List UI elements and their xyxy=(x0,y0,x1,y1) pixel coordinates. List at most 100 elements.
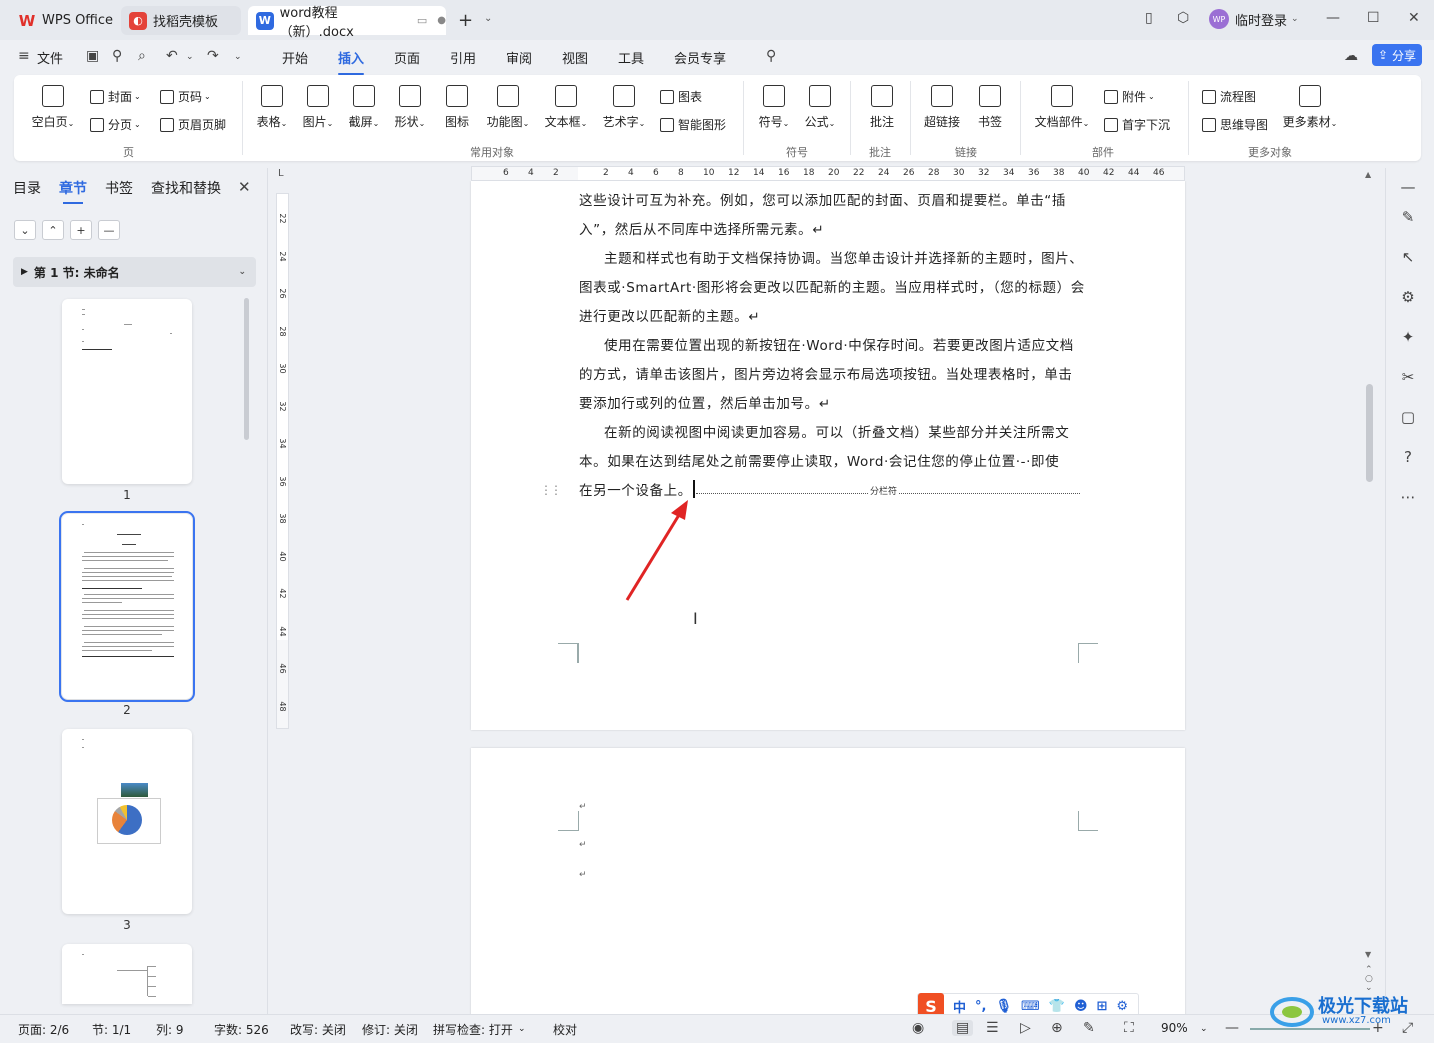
chevron-up-icon[interactable]: ⌃ xyxy=(42,220,64,240)
punctuation-icon[interactable]: °, xyxy=(975,999,986,1014)
comment-button[interactable]: 批注 xyxy=(862,85,902,130)
reader-icon[interactable]: ▢ xyxy=(1398,408,1418,428)
layout-icon[interactable]: ▯ xyxy=(1145,10,1153,26)
redo-icon[interactable]: ↷ xyxy=(207,48,219,64)
cloud-icon[interactable]: ☁ xyxy=(1344,48,1358,64)
attachment-button[interactable]: 附件 ⌄ xyxy=(1104,88,1155,105)
shape-button[interactable]: 形状⌄ xyxy=(390,85,430,130)
screenshot-button[interactable]: 截屏⌄ xyxy=(344,85,384,130)
ai-icon[interactable]: ✦ xyxy=(1398,328,1418,348)
collapse-icon[interactable]: — xyxy=(1398,178,1418,198)
pen-icon[interactable]: ✎ xyxy=(1398,208,1418,228)
tab-bookmarks[interactable]: 书签 xyxy=(105,178,133,198)
eye-icon[interactable]: ◉ xyxy=(912,1020,924,1036)
menu-home[interactable]: 开始 xyxy=(282,48,308,67)
chevron-down-icon[interactable]: ⌄ xyxy=(186,52,194,62)
scroll-down-icon[interactable]: ▼ xyxy=(1365,950,1371,959)
print-preview-icon[interactable]: ⌕ xyxy=(138,48,146,64)
smart-shape-button[interactable]: 智能图形 xyxy=(660,116,726,133)
link-icon[interactable]: ⚲ xyxy=(112,48,122,64)
document-scrollbar[interactable]: ▲ ▼ ⌃ ○ ⌄ xyxy=(1365,168,1377,1014)
chevron-down-icon[interactable]: ⌄ xyxy=(518,1024,526,1034)
page-nav-icon[interactable]: ⌃ ○ ⌄ xyxy=(1365,966,1373,993)
web-view-icon[interactable]: ⊕ xyxy=(1051,1020,1063,1036)
symbol-button[interactable]: 符号⌄ xyxy=(754,85,794,130)
fit-screen-icon[interactable]: ⛶ xyxy=(1124,1020,1134,1036)
menu-view[interactable]: 视图 xyxy=(562,48,588,67)
keyboard-icon[interactable]: ⌨ xyxy=(1021,999,1040,1014)
tab-sections[interactable]: 章节 xyxy=(59,178,87,204)
menu-review[interactable]: 审阅 xyxy=(506,48,532,67)
function-chart-button[interactable]: 功能图⌄ xyxy=(482,85,534,130)
scrollbar-thumb[interactable] xyxy=(1366,384,1373,482)
status-spell-check[interactable]: 拼写检查: 打开 xyxy=(433,1021,513,1038)
bookmark-button[interactable]: 书签 xyxy=(970,85,1010,130)
document-canvas[interactable] xyxy=(289,181,1365,1016)
page-thumbnail-3[interactable] xyxy=(62,729,192,914)
page-thumbnail-2[interactable] xyxy=(59,511,195,702)
tools-icon[interactable]: ✂ xyxy=(1398,368,1418,388)
panel-scrollbar[interactable] xyxy=(244,298,249,440)
more-icon[interactable]: ⋯ xyxy=(1398,488,1418,508)
chevron-down-icon[interactable]: ⌄ xyxy=(234,52,242,62)
menu-page[interactable]: 页面 xyxy=(394,48,420,67)
search-icon[interactable]: ⚲ xyxy=(766,48,776,64)
new-tab-button[interactable]: + xyxy=(458,10,473,31)
maximize-icon[interactable]: ☐ xyxy=(1367,10,1380,26)
status-proofread[interactable]: 校对 xyxy=(553,1021,577,1038)
cover-button[interactable]: 封面 ⌄ xyxy=(90,88,141,105)
table-button[interactable]: 表格⌄ xyxy=(252,85,292,130)
microphone-icon[interactable]: 🎙 xyxy=(995,999,1012,1014)
vertical-ruler[interactable]: 22 24 26 28 30 32 34 36 38 40 42 44 46 48 xyxy=(276,193,289,729)
document-page-3[interactable] xyxy=(471,748,1185,1016)
close-icon[interactable]: ✕ xyxy=(238,178,251,196)
zoom-out-icon[interactable]: — xyxy=(1225,1020,1239,1036)
chevron-down-icon[interactable]: ⌄ xyxy=(484,13,492,24)
tab-template[interactable]: ◐ 找稻壳模板 xyxy=(121,6,241,35)
cube-icon[interactable]: ⬡ xyxy=(1177,10,1189,26)
header-footer-button[interactable]: 页眉页脚 xyxy=(160,116,226,133)
close-icon[interactable]: ✕ xyxy=(1408,10,1420,26)
select-arrow-icon[interactable]: ↖ xyxy=(1398,248,1418,268)
flowchart-button[interactable]: 流程图 xyxy=(1202,88,1256,105)
section-header[interactable]: ▶ 第 1 节: 未命名 ⌄ xyxy=(13,257,256,287)
add-section-button[interactable]: + xyxy=(70,220,92,240)
page-number-button[interactable]: 页码 ⌄ xyxy=(160,88,211,105)
icon-button[interactable]: 图标 xyxy=(438,85,476,130)
remove-section-button[interactable]: — xyxy=(98,220,120,240)
picture-button[interactable]: 图片⌄ xyxy=(298,85,338,130)
tab-document[interactable]: W word教程（新）.docx ▭ ● xyxy=(248,6,446,40)
outline-view-icon[interactable]: ☰ xyxy=(986,1020,999,1036)
zoom-level[interactable]: 90% xyxy=(1161,1021,1188,1035)
page-thumbnail-4[interactable] xyxy=(62,944,192,1004)
menu-member[interactable]: 会员专享 xyxy=(674,48,726,67)
menu-tools[interactable]: 工具 xyxy=(618,48,644,67)
formula-button[interactable]: 公式⌄ xyxy=(800,85,840,130)
tab-wps-office[interactable]: W WPS Office xyxy=(10,6,114,35)
sliders-icon[interactable]: ⚙ xyxy=(1398,288,1418,308)
menu-insert[interactable]: 插入 xyxy=(338,48,365,75)
skin-icon[interactable]: 👕 xyxy=(1049,999,1065,1014)
page-break-button[interactable]: 分页 ⌄ xyxy=(90,116,141,133)
status-page[interactable]: 页面: 2/6 xyxy=(18,1021,69,1038)
textbox-button[interactable]: 文本框⌄ xyxy=(540,85,592,130)
menu-file[interactable]: 文件 xyxy=(37,48,63,67)
chevron-down-icon[interactable]: ⌄ xyxy=(1200,1024,1208,1034)
tab-toc[interactable]: 目录 xyxy=(13,178,41,198)
robot-icon[interactable]: ☻ xyxy=(1074,999,1088,1014)
pen-view-icon[interactable]: ✎ xyxy=(1083,1020,1095,1036)
apps-icon[interactable]: ⊞ xyxy=(1097,999,1108,1014)
status-revision[interactable]: 修订: 关闭 xyxy=(362,1021,418,1038)
wordart-button[interactable]: 艺术字⌄ xyxy=(598,85,650,130)
tab-find-replace[interactable]: 查找和替换 xyxy=(151,178,221,198)
horizontal-ruler[interactable]: 6 4 2 2 4 6 8 10 12 14 16 18 20 22 24 26 28 30 32 34 36 38 40 4… xyxy=(471,166,1185,181)
hyperlink-button[interactable]: 超链接 xyxy=(922,85,962,130)
mindmap-button[interactable]: 思维导图 xyxy=(1202,116,1268,133)
page-view-icon[interactable]: ▤ xyxy=(952,1020,974,1036)
menu-reference[interactable]: 引用 xyxy=(450,48,476,67)
status-overtype[interactable]: 改写: 关闭 xyxy=(290,1021,346,1038)
login-button[interactable]: WP 临时登录 ⌄ xyxy=(1209,9,1299,29)
page-thumbnail-1[interactable] xyxy=(62,299,192,484)
hamburger-icon[interactable]: ≡ xyxy=(18,48,30,64)
more-material-button[interactable]: 更多素材⌄ xyxy=(1280,85,1340,130)
